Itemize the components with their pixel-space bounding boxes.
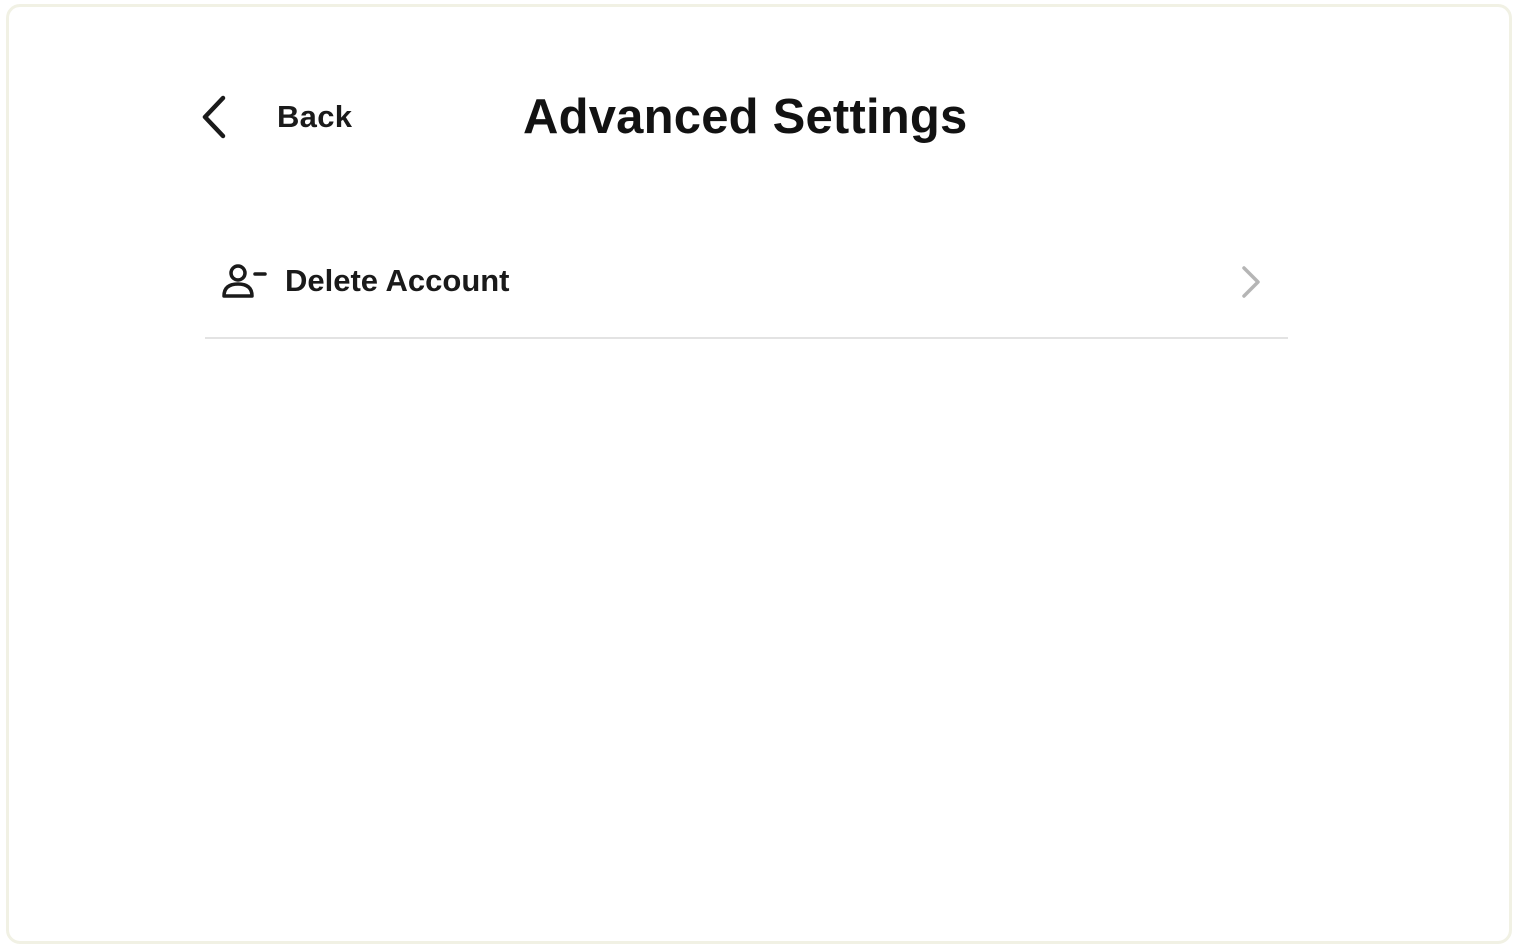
page-title: Advanced Settings	[523, 90, 968, 144]
user-minus-icon	[221, 263, 267, 301]
delete-account-item[interactable]: Delete Account	[205, 227, 1288, 339]
back-button[interactable]: Back	[199, 77, 352, 157]
chevron-left-icon	[199, 93, 239, 141]
delete-account-label: Delete Account	[285, 263, 510, 298]
settings-list: Delete Account	[205, 227, 1288, 339]
app-window: Back Advanced Settings Delete Account	[6, 4, 1512, 944]
page-header: Back Advanced Settings	[199, 77, 1289, 157]
back-label: Back	[277, 99, 353, 134]
chevron-right-icon	[1240, 265, 1262, 299]
